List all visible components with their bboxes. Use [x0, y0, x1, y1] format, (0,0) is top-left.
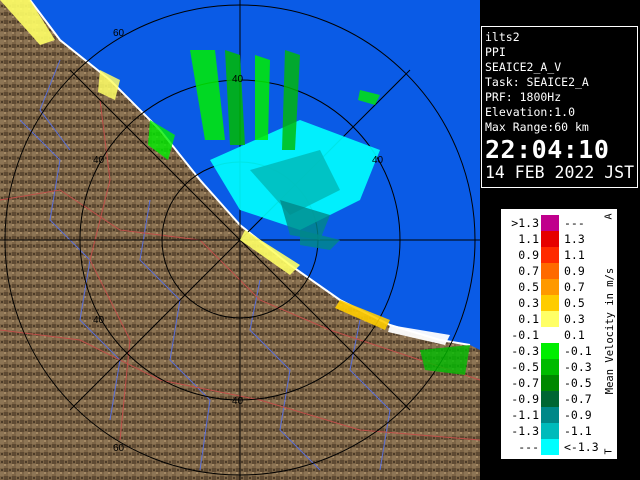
legend-row: -0.1 0.1 — [501, 327, 601, 343]
legend-row: 0.1 0.3 — [501, 311, 601, 327]
legend-row: 0.9 1.1 — [501, 247, 601, 263]
ring-label: 60 — [113, 28, 125, 39]
legend-swatch — [541, 423, 559, 439]
legend-label-right: 1.1 — [564, 248, 585, 262]
legend-label-left: -0.7 — [511, 376, 539, 390]
legend-swatch — [541, 391, 559, 407]
legend-swatch — [541, 247, 559, 263]
legend-row: -0.3 -0.1 — [501, 343, 601, 359]
legend-row: -0.7 -0.5 — [501, 375, 601, 391]
legend-label-right: -0.7 — [564, 392, 592, 406]
legend-row: --- <-1.3 — [501, 439, 601, 455]
legend-label-left: -1.1 — [511, 408, 539, 422]
legend-label-left: 1.1 — [518, 232, 539, 246]
ring-label: 40 — [93, 155, 105, 166]
legend-label-right: 0.1 — [564, 328, 585, 342]
legend-label-left: >1.3 — [511, 216, 539, 230]
product-type: PPI — [485, 45, 506, 59]
legend-label-left: 0.1 — [518, 312, 539, 326]
legend-corner-top: A — [603, 213, 615, 220]
legend-label-left: --- — [518, 440, 539, 454]
legend-row: -0.9 -0.7 — [501, 391, 601, 407]
legend-swatch — [541, 343, 559, 359]
legend-label-left: 0.9 — [518, 248, 539, 262]
legend-swatch — [541, 215, 559, 231]
legend-label-left: -1.3 — [511, 424, 539, 438]
legend-label-right: -0.1 — [564, 344, 592, 358]
legend-label-right: --- — [564, 216, 585, 230]
legend-label-left: 0.5 — [518, 280, 539, 294]
legend-label-left: -0.1 — [511, 328, 539, 342]
ring-label: 40 — [232, 74, 244, 85]
legend-row: >1.3 --- — [501, 215, 601, 231]
legend-swatch — [541, 311, 559, 327]
legend-label-right: 0.7 — [564, 280, 585, 294]
task-name: Task: SEAICE2_A — [485, 75, 589, 89]
legend-swatch — [541, 263, 559, 279]
max-range-value: Max Range:60 km — [485, 120, 589, 134]
scan-time: 22:04:10 — [485, 135, 610, 164]
legend-swatch — [541, 295, 559, 311]
ring-label: 40 — [372, 155, 384, 166]
legend-row: -0.5 -0.3 — [501, 359, 601, 375]
legend-label-right: -1.1 — [564, 424, 592, 438]
legend-row: 1.1 1.3 — [501, 231, 601, 247]
legend-corner-bottom: T — [603, 448, 615, 455]
legend-title-text: Mean Velocity in m/s — [604, 267, 616, 395]
legend-swatch — [541, 231, 559, 247]
ring-label: 40 — [93, 315, 105, 326]
legend-swatch — [541, 359, 559, 375]
legend-label-left: -0.5 — [511, 360, 539, 374]
legend-label-right: <-1.3 — [564, 440, 599, 454]
legend-label-right: 0.5 — [564, 296, 585, 310]
legend-swatch — [541, 279, 559, 295]
legend-row: -1.3 -1.1 — [501, 423, 601, 439]
legend-label-right: -0.9 — [564, 408, 592, 422]
legend-label-right: -0.5 — [564, 376, 592, 390]
legend-swatch — [541, 439, 559, 455]
legend-label-left: -0.9 — [511, 392, 539, 406]
prf-value: PRF: 1800Hz — [485, 90, 562, 104]
legend-row: 0.5 0.7 — [501, 279, 601, 295]
velocity-legend: >1.3 --- 1.1 1.3 0.9 1.1 0.7 0.9 0.5 0.7 0.3 0.5 0.1… — [500, 208, 618, 460]
ring-label: 40 — [232, 396, 244, 407]
legend-swatch — [541, 327, 559, 343]
scan-info-panel: ilts2 PPI SEAICE2_A_V Task: SEAICE2_A PR… — [481, 26, 638, 188]
legend-label-right: 0.9 — [564, 264, 585, 278]
site-name: ilts2 — [485, 30, 520, 44]
legend-label-left: 0.3 — [518, 296, 539, 310]
legend-row: 0.7 0.9 — [501, 263, 601, 279]
legend-title: Mean Velocity in m/s — [602, 209, 618, 459]
scan-date: 14 FEB 2022 JST — [485, 163, 635, 182]
legend-label-right: 0.3 — [564, 312, 585, 326]
elevation-value: Elevation:1.0 — [485, 105, 576, 119]
legend-label-right: -0.3 — [564, 360, 592, 374]
legend-row: -1.1 -0.9 — [501, 407, 601, 423]
scan-name: SEAICE2_A_V — [485, 60, 562, 74]
legend-row: 0.3 0.5 — [501, 295, 601, 311]
legend-label-left: 0.7 — [518, 264, 539, 278]
legend-swatch — [541, 375, 559, 391]
ring-label: 60 — [113, 443, 125, 454]
legend-label-right: 1.3 — [564, 232, 585, 246]
legend-label-left: -0.3 — [511, 344, 539, 358]
legend-swatch — [541, 407, 559, 423]
